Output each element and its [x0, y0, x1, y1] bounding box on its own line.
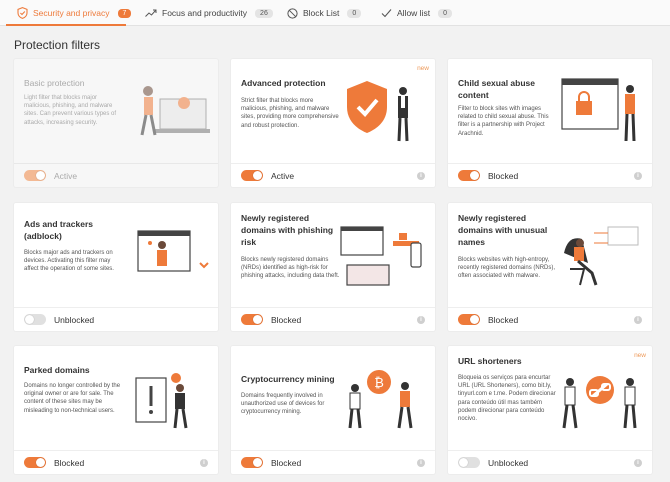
filter-status: Blocked — [488, 170, 519, 181]
card-title: Advanced protection — [241, 78, 326, 88]
filter-toggle[interactable] — [241, 457, 263, 468]
info-icon[interactable]: i — [634, 172, 642, 180]
link-people-illustration — [562, 376, 637, 429]
tab-block-list[interactable]: Block List 0 — [286, 0, 362, 26]
card-description: Light filter that blocks major malicious… — [24, 95, 117, 126]
card-description: Domains frequently involved in unauthori… — [241, 393, 325, 416]
filter-card-ads-and-trackers: Ads and trackers (adblock) Blocks major … — [14, 203, 218, 331]
filter-card-parked-domains: Parked domains Domains no longer control… — [14, 346, 218, 474]
filter-toggle[interactable] — [458, 170, 480, 181]
filter-card-child-sexual-abuse-content: Child sexual abuse content Filter to blo… — [448, 59, 652, 187]
card-title: URL shorteners — [458, 356, 522, 366]
filter-tabs: Security and privacy 7 Focus and product… — [0, 0, 670, 26]
info-icon[interactable]: i — [417, 316, 425, 324]
tab-security-and-privacy[interactable]: Security and privacy 7 — [16, 0, 132, 26]
filter-status: Active — [271, 170, 295, 181]
svg-text:₿: ₿ — [374, 375, 384, 390]
card-footer: Active — [14, 163, 218, 187]
card-footer: Unblocked — [14, 307, 218, 331]
bitcoin-people-illustration: ₿ — [348, 370, 413, 429]
filter-status: Blocked — [271, 314, 302, 325]
card-footer: Blocked i — [448, 163, 652, 187]
card-title: Cryptocurrency mining — [241, 374, 335, 384]
card-footer: Blocked i — [231, 307, 435, 331]
tab-label: Allow list — [397, 8, 431, 18]
card-footer: Blocked i — [448, 307, 652, 331]
filter-toggle[interactable] — [458, 314, 480, 325]
info-icon[interactable]: i — [634, 459, 642, 467]
filter-status: Blocked — [271, 457, 302, 468]
tab-label: Security and privacy — [33, 8, 110, 18]
trend-up-icon — [145, 7, 157, 19]
filter-status: Blocked — [54, 457, 85, 468]
card-description: Blocks newly registered domains (NRDs) i… — [241, 257, 340, 280]
card-title: Parked domains — [24, 365, 90, 375]
warning-door-illustration — [135, 373, 188, 429]
card-description: Strict filter that blocks more malicious… — [241, 98, 339, 129]
info-icon[interactable]: i — [417, 172, 425, 180]
card-title: Child sexual abuse content — [458, 78, 535, 100]
filter-card-cryptocurrency-mining: Cryptocurrency mining Domains frequently… — [231, 346, 435, 474]
tab-count-badge: 0 — [347, 8, 362, 18]
filter-status: Unblocked — [54, 314, 95, 325]
card-footer: Active i — [231, 163, 435, 187]
card-footer: Blocked i — [14, 450, 218, 474]
filter-toggle[interactable] — [241, 314, 263, 325]
tab-label: Focus and productivity — [162, 8, 248, 18]
tab-focus-and-productivity[interactable]: Focus and productivity 26 — [145, 0, 273, 26]
info-icon[interactable]: i — [634, 316, 642, 324]
active-tab-indicator — [6, 24, 126, 26]
filter-toggle[interactable] — [24, 314, 46, 325]
card-description: Bloqueia os serviços para encurtar URL (… — [458, 375, 556, 423]
filter-card-advanced-protection: new Advanced protection Strict filter th… — [231, 59, 435, 187]
card-description: Domains no longer controlled by the orig… — [24, 383, 121, 414]
shield-person-illustration — [347, 81, 409, 142]
tab-count-badge: 0 — [438, 8, 452, 18]
filter-card-basic-protection: Basic protection Light filter that block… — [14, 59, 218, 187]
card-title: Ads and trackers (adblock) — [24, 219, 93, 241]
laptop-person-illustration — [140, 86, 210, 136]
info-icon[interactable]: i — [200, 459, 208, 467]
ad-window-illustration — [137, 230, 209, 272]
section-title: Protection filters — [14, 38, 101, 52]
check-icon — [380, 7, 392, 19]
person-chair-illustration — [564, 226, 639, 286]
filter-toggle[interactable] — [458, 457, 480, 468]
card-title: Newly registered domains with unusual na… — [458, 213, 548, 247]
filter-toggle[interactable] — [24, 170, 46, 181]
tab-allow-list[interactable]: Allow list 0 — [380, 0, 452, 26]
tab-label: Block List — [303, 8, 340, 18]
filter-card-newly-registered-unusual-names: Newly registered domains with unusual na… — [448, 203, 652, 331]
shield-icon — [16, 7, 28, 19]
tab-count-badge: 7 — [117, 8, 132, 18]
filter-card-newly-registered-phishing: Newly registered domains with phishing r… — [231, 203, 435, 331]
browser-lock-illustration — [561, 78, 636, 142]
block-icon — [286, 7, 298, 19]
tab-count-badge: 26 — [255, 8, 273, 18]
filter-card-url-shorteners: new URL shorteners Bloqueia os serviços … — [448, 346, 652, 474]
devices-phishing-illustration — [340, 226, 422, 286]
filter-toggle[interactable] — [241, 170, 263, 181]
info-icon[interactable]: i — [417, 459, 425, 467]
card-description: Blocks major ads and trackers on devices… — [24, 250, 114, 273]
filter-status: Blocked — [488, 314, 519, 325]
filter-status: Unblocked — [488, 457, 529, 468]
filter-toggle[interactable] — [24, 457, 46, 468]
card-footer: Blocked i — [231, 450, 435, 474]
card-footer: Unblocked i — [448, 450, 652, 474]
card-title: Newly registered domains with phishing r… — [241, 213, 334, 247]
card-description: Filter to block sites with images relate… — [458, 106, 549, 137]
filter-status: Active — [54, 170, 78, 181]
card-description: Blocks websites with high-entropy, recen… — [458, 257, 556, 280]
card-title: Basic protection — [24, 78, 85, 88]
